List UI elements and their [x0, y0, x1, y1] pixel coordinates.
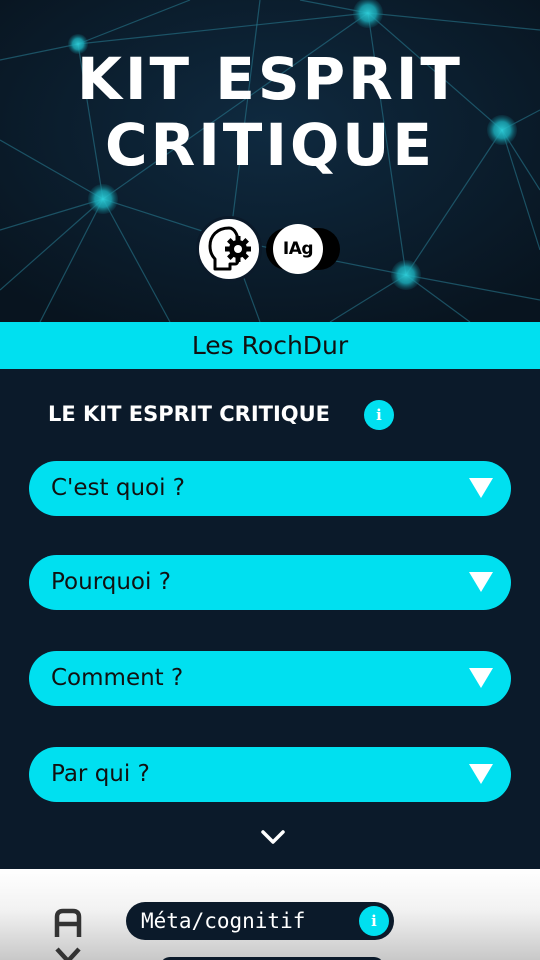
caret-down-icon — [469, 478, 493, 498]
accordion-cest-quoi[interactable]: C'est quoi ? — [29, 461, 511, 516]
section-heading: LE KIT ESPRIT CRITIQUE — [48, 402, 331, 426]
app-title: KIT ESPRIT CRITIQUE — [0, 46, 540, 178]
accordion-comment[interactable]: Comment ? — [29, 651, 511, 706]
category-pill-meta-cognitif[interactable]: Méta/cognitif i — [126, 902, 394, 940]
accordion-label: Par qui ? — [51, 761, 150, 787]
text-size-icon[interactable] — [52, 907, 84, 960]
accordion-label: Comment ? — [51, 665, 184, 691]
head-gear-icon — [208, 226, 251, 271]
accordion-pourquoi[interactable]: Pourquoi ? — [29, 555, 511, 610]
accordion-label: Pourquoi ? — [51, 569, 171, 595]
iag-toggle[interactable]: IAg — [273, 224, 323, 274]
kit-panel: LE KIT ESPRIT CRITIQUE i C'est quoi ? Po… — [0, 369, 540, 869]
section-info-button[interactable]: i — [364, 400, 394, 430]
app-title-line-2: CRITIQUE — [105, 111, 435, 179]
accordion-label: C'est quoi ? — [51, 475, 186, 501]
chevron-down-icon[interactable] — [258, 825, 288, 849]
info-icon: i — [371, 912, 377, 930]
category-info-button[interactable]: i — [359, 906, 389, 936]
iag-toggle-label: IAg — [282, 239, 314, 259]
accordion-par-qui[interactable]: Par qui ? — [29, 747, 511, 802]
category-label: Méta/cognitif — [141, 909, 306, 933]
caret-down-icon — [469, 764, 493, 784]
bottom-strip: Méta/cognitif i — [0, 869, 540, 960]
group-name-bar: Les RochDur — [0, 322, 540, 369]
app-title-line-1: KIT ESPRIT — [77, 45, 463, 113]
caret-down-icon — [469, 572, 493, 592]
info-icon: i — [376, 406, 382, 424]
head-gear-logo — [196, 216, 262, 282]
caret-down-icon — [469, 668, 493, 688]
hero-banner: KIT ESPRIT CRITIQUE IAg — [0, 0, 540, 322]
group-name: Les RochDur — [191, 331, 349, 360]
